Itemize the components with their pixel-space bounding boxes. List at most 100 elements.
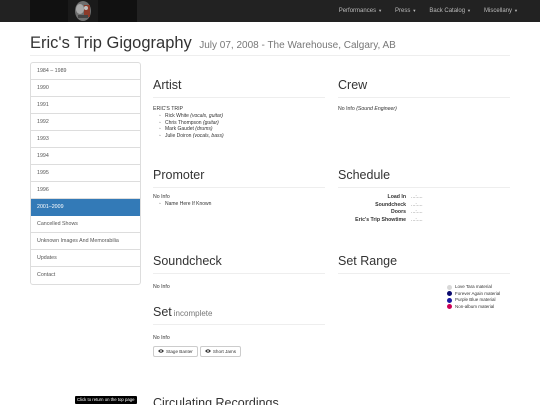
page-title-main: Eric's Trip Gigography [30, 34, 192, 52]
sidebar-item-2001-2009[interactable]: 2001–2009 [31, 199, 140, 216]
page-title-subtitle: July 07, 2008 - The Warehouse, Calgary, … [199, 40, 396, 51]
top-navbar: Performances ▼ Press ▼ Back Catalog ▼ Misce… [0, 0, 540, 22]
schedule-row: Load In...:.... [338, 194, 510, 202]
schedule-value: ...:.... [411, 216, 423, 223]
title-divider [30, 55, 510, 56]
member-role: (guitar) [202, 119, 219, 126]
artist-heading: Artist [153, 78, 182, 92]
promoter-section: Promoter No Info Name Here If Known [153, 168, 325, 208]
legend-dot-icon [447, 297, 452, 303]
legend-label: Love Tara material [455, 284, 492, 289]
crew-text: No Info [338, 106, 355, 112]
sidebar-item-unknown-images[interactable]: Unknown Images And Memorabilia [31, 233, 140, 250]
schedule-table: Load In...:.... Soundcheck...:.... Doors… [338, 194, 510, 224]
soundcheck-text: No Info [153, 284, 170, 290]
soundcheck-section: Soundcheck No Info [153, 254, 325, 291]
sidebar-item-1992[interactable]: 1992 [31, 114, 140, 131]
set-range-legend: Love Tara material Forever Again materia… [447, 284, 510, 310]
legend-item: Purple Blue material [447, 297, 510, 303]
legend-item: Non-album material [447, 304, 510, 310]
nav-back-catalog[interactable]: Back Catalog ▼ [429, 8, 471, 14]
member-name: Mark Gaudet [165, 126, 194, 132]
sidebar-item-updates[interactable]: Updates [31, 250, 140, 267]
back-to-top-tooltip[interactable]: Click to return on the top page [75, 396, 137, 404]
set-text: No Info [153, 335, 170, 341]
crew-divider [338, 97, 510, 98]
artist-divider [153, 97, 325, 98]
legend-dot-icon [447, 291, 452, 297]
legend-item: Forever Again material [447, 291, 510, 297]
circulating-section: Circulating Recordings [153, 396, 453, 405]
caret-down-icon: ▼ [412, 8, 417, 13]
schedule-section: Schedule Load In...:.... Soundcheck...:.… [338, 168, 510, 224]
sidebar-item-1995[interactable]: 1995 [31, 165, 140, 182]
schedule-divider [338, 187, 510, 188]
nav-performances-label: Performances [338, 8, 377, 14]
schedule-row: Doors...:.... [338, 209, 510, 217]
member-role: (vocals, bass) [192, 132, 224, 139]
site-logo[interactable] [30, 0, 137, 22]
crew-info: No Info (Sound Engineer) [338, 106, 510, 113]
schedule-row: Eric's Trip Showtime...:.... [338, 217, 510, 225]
schedule-heading: Schedule [338, 168, 391, 182]
schedule-row: Soundcheck...:.... [338, 202, 510, 210]
crew-role: (Sound Engineer) [356, 106, 397, 112]
nav-press[interactable]: Press ▼ [395, 8, 416, 14]
schedule-label: Soundcheck [375, 201, 406, 208]
logo-image [68, 0, 98, 22]
set-status: incomplete [173, 309, 213, 318]
legend-dot-icon [447, 284, 452, 290]
set-section: Set incomplete No Info Stage Banter Short… [153, 305, 325, 357]
soundcheck-heading: Soundcheck [153, 254, 222, 268]
promoter-list: Name Here If Known [153, 201, 325, 208]
member-list: Rick White (vocals, guitar) Chris Thomps… [153, 113, 325, 139]
sidebar-nav: 1984 – 1989 1990 1991 1992 1993 1994 199… [30, 62, 141, 285]
sidebar-item-1990[interactable]: 1990 [31, 80, 140, 97]
promoter-divider [153, 187, 325, 188]
short-jams-button[interactable]: Short Jams [199, 346, 242, 357]
promoter-item: Name Here If Known [159, 201, 325, 208]
caret-down-icon: ▼ [514, 8, 518, 13]
nav-performances[interactable]: Performances ▼ [339, 8, 382, 14]
legend-dot-icon [447, 304, 452, 310]
nav-menu: Performances ▼ Press ▼ Back Catalog ▼ Misce… [339, 0, 518, 22]
nav-press-label: Press [395, 8, 411, 14]
promoter-heading: Promoter [153, 168, 205, 182]
schedule-value: ...:.... [411, 194, 423, 200]
stage-banter-label: Stage Banter [166, 349, 193, 354]
nav-miscellany[interactable]: Miscellany ▼ [484, 8, 518, 14]
legend-label: Non-album material [455, 303, 495, 309]
eye-icon [204, 349, 211, 354]
schedule-label: Load In [387, 194, 406, 200]
artist-section: Artist ERIC'S TRIP Rick White (vocals, g… [153, 78, 325, 139]
nav-back-catalog-label: Back Catalog [429, 8, 466, 14]
schedule-value: ...:.... [411, 201, 423, 208]
schedule-label: Doors [391, 209, 406, 215]
sidebar-item-1993[interactable]: 1993 [31, 131, 140, 148]
artist-name: ERIC'S TRIP [153, 106, 184, 112]
set-button-group: Stage Banter Short Jams [153, 346, 325, 357]
sidebar-item-1991[interactable]: 1991 [31, 97, 140, 114]
schedule-value: ...:.... [411, 209, 423, 215]
caret-down-icon: ▼ [378, 8, 383, 13]
sidebar-item-cancelled-shows[interactable]: Cancelled Shows [31, 216, 140, 233]
sidebar-item-1984-1989[interactable]: 1984 – 1989 [31, 63, 140, 80]
legend-item: Love Tara material [447, 284, 510, 290]
member-name: Julie Doiron [165, 132, 192, 139]
member-role: (vocals, guitar) [190, 113, 224, 119]
circulating-heading: Circulating Recordings [153, 396, 279, 405]
caret-down-icon: ▼ [467, 8, 472, 13]
crew-section: Crew No Info (Sound Engineer) [338, 78, 510, 113]
sidebar-item-1994[interactable]: 1994 [31, 148, 140, 165]
stage-banter-button[interactable]: Stage Banter [153, 346, 198, 357]
set-heading: Set incomplete [153, 305, 325, 319]
eye-icon [158, 349, 164, 354]
member-name: Rick White [165, 113, 189, 119]
schedule-label: Eric's Trip Showtime [355, 216, 406, 223]
set-heading-text: Set [153, 305, 172, 319]
soundcheck-divider [153, 273, 325, 274]
sidebar-item-contact[interactable]: Contact [31, 267, 140, 284]
crew-heading: Crew [338, 78, 368, 92]
sidebar-item-1996[interactable]: 1996 [31, 182, 140, 199]
member-item: Julie Doiron (vocals, bass) [159, 132, 325, 140]
